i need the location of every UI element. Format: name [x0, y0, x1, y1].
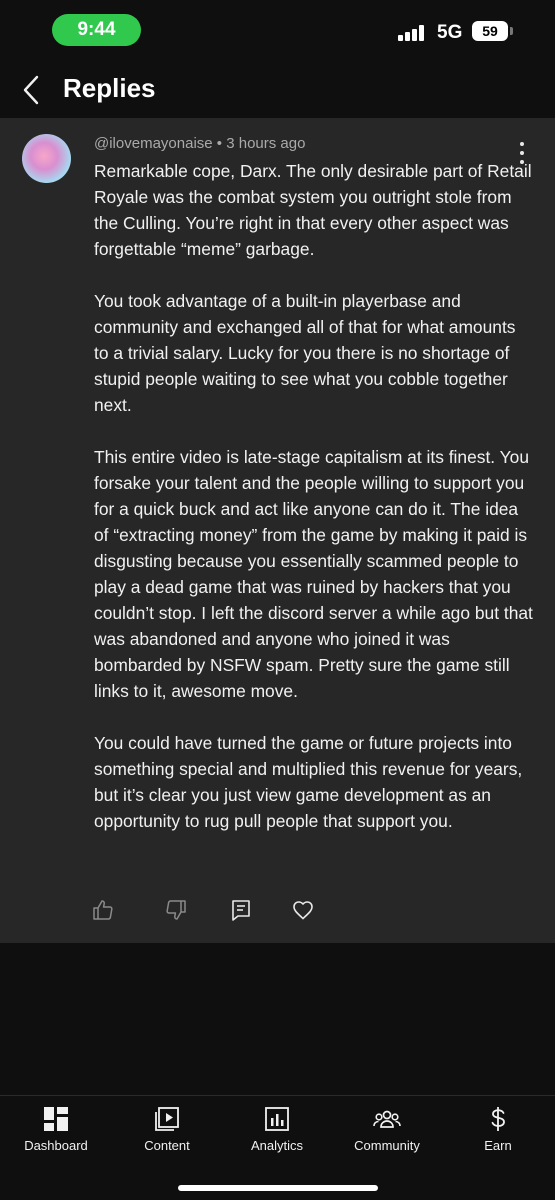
- nav-item-dashboard[interactable]: Dashboard: [6, 1106, 106, 1162]
- nav-label: Analytics: [250, 1138, 304, 1153]
- nav-label: Earn: [484, 1138, 512, 1153]
- dashboard-icon: [44, 1107, 68, 1131]
- comment-timestamp: 3 hours ago: [226, 135, 306, 152]
- back-arrow-icon[interactable]: [20, 74, 44, 106]
- nav-item-content[interactable]: Content: [117, 1106, 217, 1162]
- comment-meta: @ilovemayonaise • 3 hours ago: [94, 135, 305, 152]
- thumbs-down-icon[interactable]: [164, 898, 188, 922]
- comment-body: Remarkable cope, Darx. The only desirabl…: [94, 158, 534, 860]
- earn-icon: [491, 1107, 505, 1131]
- nav-item-analytics[interactable]: Analytics: [227, 1106, 327, 1162]
- nav-label: Content: [144, 1138, 190, 1153]
- comment-paragraph: You took advantage of a built-in playerb…: [94, 291, 516, 415]
- nav-item-community[interactable]: Community: [337, 1106, 437, 1162]
- header: Replies: [0, 62, 555, 118]
- status-bar: 9:44 5G 59: [0, 0, 555, 60]
- home-indicator[interactable]: [178, 1185, 378, 1191]
- thumbs-up-icon[interactable]: [91, 898, 115, 922]
- battery-icon: 59: [472, 21, 508, 41]
- heart-icon[interactable]: [291, 898, 315, 922]
- nav-label: Community: [354, 1138, 420, 1153]
- page-title: Replies: [63, 73, 156, 103]
- meta-separator: •: [216, 135, 223, 152]
- analytics-icon: [265, 1107, 289, 1131]
- content-icon: [155, 1107, 179, 1131]
- comment-paragraph: Remarkable cope, Darx. The only desirabl…: [94, 161, 532, 259]
- comment-paragraph: You could have turned the game or future…: [94, 733, 523, 831]
- status-time: 9:44: [52, 14, 141, 46]
- nav-item-earn[interactable]: Earn: [448, 1106, 548, 1162]
- comment-paragraph: This entire video is late-stage capitali…: [94, 447, 533, 701]
- battery-nub: [510, 27, 513, 35]
- nav-label: Dashboard: [24, 1138, 88, 1153]
- comment-card: @ilovemayonaise • 3 hours ago Remarkable…: [0, 118, 555, 943]
- signal-icon: [398, 25, 428, 41]
- comment-author[interactable]: @ilovemayonaise: [94, 135, 213, 152]
- comment-actions: [0, 898, 555, 928]
- reply-icon[interactable]: [229, 898, 253, 922]
- community-icon: [373, 1110, 401, 1128]
- avatar[interactable]: [22, 134, 71, 183]
- network-label: 5G: [437, 22, 463, 43]
